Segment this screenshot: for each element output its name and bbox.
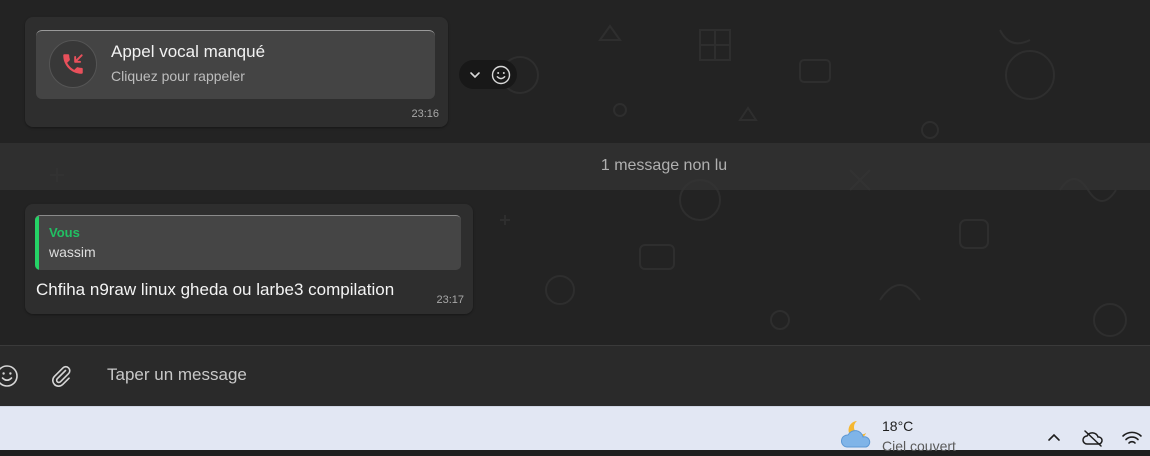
quote-author: Vous <box>49 225 80 240</box>
chat-area[interactable]: Appel vocal manqué Cliquez pour rappeler… <box>0 0 1150 345</box>
missed-call-icon <box>49 40 97 88</box>
chevron-down-icon[interactable] <box>465 65 485 85</box>
weather-condition[interactable]: Ciel couvert <box>882 438 956 454</box>
attach-button[interactable] <box>48 363 74 389</box>
message-text: Chfiha n9raw linux gheda ou larbe3 compi… <box>36 280 395 299</box>
missed-call-title: Appel vocal manqué <box>111 42 266 61</box>
missed-call-bubble: Appel vocal manqué Cliquez pour rappeler… <box>25 17 448 127</box>
unread-divider: 1 message non lu <box>0 143 1150 190</box>
windows-taskbar: 18°C Ciel couvert <box>0 406 1150 454</box>
paperclip-icon <box>52 365 71 387</box>
weather-temperature[interactable]: 18°C <box>882 418 913 434</box>
call-timestamp: 23:16 <box>411 108 439 120</box>
emoji-button[interactable] <box>0 363 20 389</box>
chevron-up-icon[interactable] <box>1043 427 1065 449</box>
quoted-message[interactable]: Vous wassim <box>35 215 461 270</box>
message-input[interactable] <box>107 359 1067 391</box>
quote-text: wassim <box>49 244 96 260</box>
unread-divider-label: 1 message non lu <box>600 157 728 174</box>
quote-accent-bar <box>35 216 39 270</box>
cloud-off-icon[interactable] <box>1082 427 1104 449</box>
smiley-icon <box>0 365 18 387</box>
message-bubble: Vous wassim Chfiha n9raw linux gheda ou … <box>25 204 473 314</box>
missed-call-subtitle: Cliquez pour rappeler <box>111 68 245 84</box>
missed-call-card[interactable]: Appel vocal manqué Cliquez pour rappeler <box>36 30 435 99</box>
partly-cloudy-night-icon[interactable] <box>840 417 876 451</box>
wifi-icon[interactable] <box>1121 427 1143 449</box>
message-timestamp: 23:17 <box>436 294 464 306</box>
message-composer <box>0 345 1150 406</box>
react-smiley-icon[interactable] <box>491 65 511 85</box>
message-actions-pill <box>459 60 517 89</box>
